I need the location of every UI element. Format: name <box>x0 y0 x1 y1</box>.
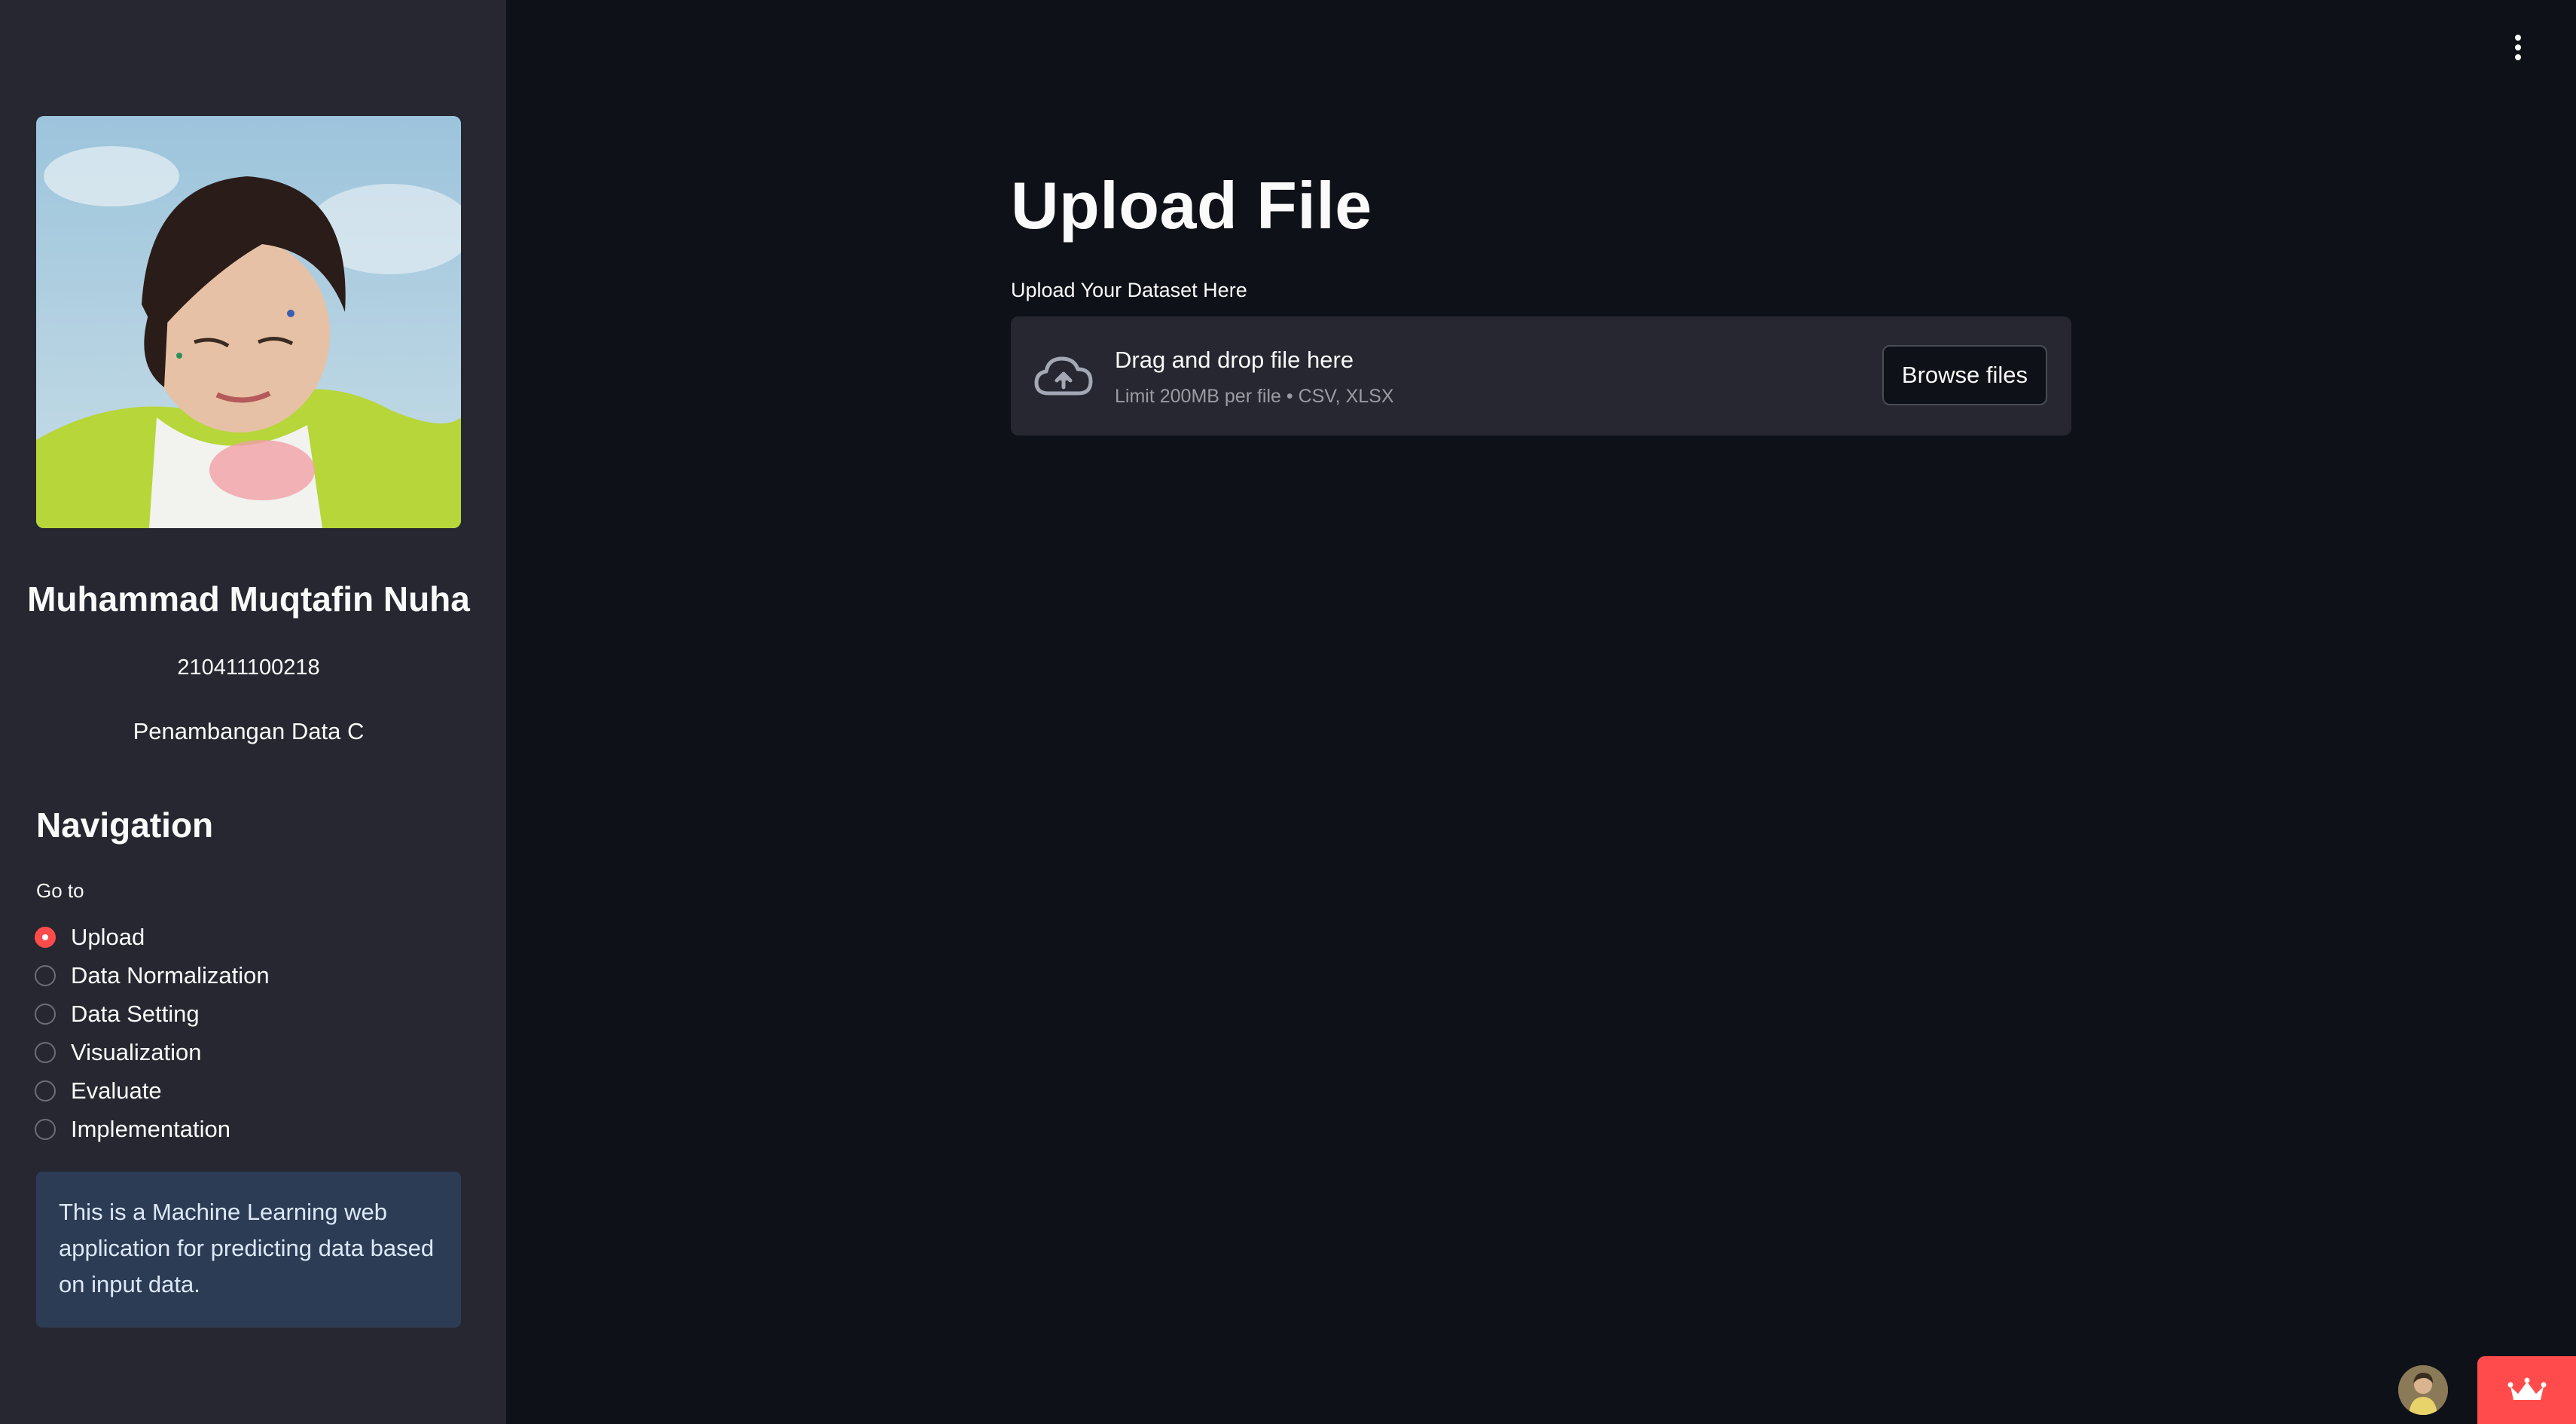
browse-files-button[interactable]: Browse files <box>1882 345 2047 405</box>
nav-option-data-setting[interactable]: Data Setting <box>35 995 270 1033</box>
cloud-upload-icon <box>1034 356 1093 396</box>
nav-option-label: Visualization <box>71 1038 202 1065</box>
radio-button[interactable] <box>35 1003 56 1025</box>
vertical-dots-icon[interactable] <box>2508 35 2528 65</box>
navigation-radio-label: Go to <box>36 879 84 902</box>
nav-option-label: Upload <box>71 923 145 950</box>
nav-option-label: Data Normalization <box>71 961 270 989</box>
navigation-heading: Navigation <box>36 805 214 845</box>
profile-name: Muhammad Muqtafin Nuha <box>27 579 470 619</box>
file-dropzone[interactable]: Drag and drop file here Limit 200MB per … <box>1011 316 2071 435</box>
app-root: Muhammad Muqtafin Nuha 210411100218 Pena… <box>0 0 2576 1424</box>
dropzone-limit-text: Limit 200MB per file • CSV, XLSX <box>1115 386 1394 407</box>
page-title: Upload File <box>1011 168 1372 243</box>
dropzone-title: Drag and drop file here <box>1115 347 1354 373</box>
info-box: This is a Machine Learning web applicati… <box>36 1172 461 1328</box>
uploader-label: Upload Your Dataset Here <box>1011 279 1247 301</box>
sidebar: Muhammad Muqtafin Nuha 210411100218 Pena… <box>0 0 506 1424</box>
navigation-radio-group: Upload Data Normalization Data Setting V… <box>35 918 270 1148</box>
radio-button[interactable] <box>35 964 56 986</box>
nav-option-label: Evaluate <box>71 1077 162 1104</box>
profile-photo <box>36 116 461 528</box>
nav-option-label: Implementation <box>71 1115 230 1142</box>
nav-option-visualization[interactable]: Visualization <box>35 1033 270 1071</box>
nav-option-implementation[interactable]: Implementation <box>35 1110 270 1148</box>
crown-icon[interactable] <box>2477 1356 2576 1424</box>
radio-button[interactable] <box>35 1041 56 1063</box>
radio-button[interactable] <box>35 1118 56 1140</box>
profile-student-id: 210411100218 <box>177 655 320 680</box>
nav-option-data-normalization[interactable]: Data Normalization <box>35 956 270 995</box>
avatar[interactable] <box>2398 1365 2448 1415</box>
profile-class-name: Penambangan Data C <box>133 718 365 744</box>
nav-option-evaluate[interactable]: Evaluate <box>35 1071 270 1110</box>
radio-button-selected[interactable] <box>35 926 56 948</box>
radio-button[interactable] <box>35 1080 56 1102</box>
nav-option-upload[interactable]: Upload <box>35 918 270 956</box>
nav-option-label: Data Setting <box>71 1000 200 1027</box>
